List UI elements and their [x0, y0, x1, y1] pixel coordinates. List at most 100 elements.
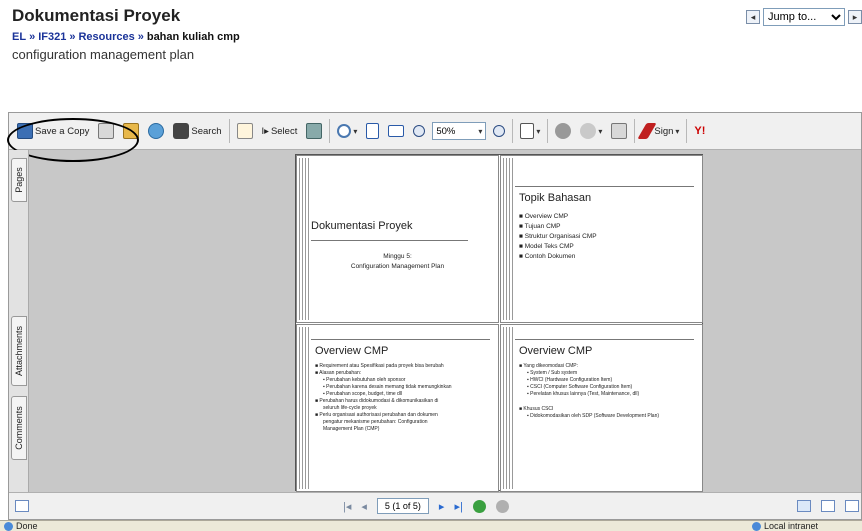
web-button[interactable] — [146, 120, 166, 142]
fit-width-button[interactable] — [386, 120, 406, 142]
yahoo-logo-icon: Y! — [694, 125, 706, 137]
continuous-view-icon[interactable] — [821, 500, 835, 512]
search-label: Search — [191, 125, 222, 137]
gear-icon — [555, 123, 572, 139]
zoom-out-button[interactable] — [411, 120, 427, 142]
breadcrumb-separator: » — [29, 31, 36, 43]
breadcrumb-separator: » — [69, 31, 76, 43]
slide-decoration — [503, 327, 513, 489]
status-right: Local intranet — [752, 521, 818, 531]
hand-tool-button[interactable] — [235, 120, 255, 142]
facing-view-icon[interactable] — [845, 500, 859, 512]
bullet-continuation: seluruh life-cycle proyek — [323, 405, 377, 411]
bullet-subitem: ▪ Perubahan kebutuhan oleh sponsor — [323, 377, 406, 383]
bullet-subitem: ▪ HWCI (Hardware Configuration Item) — [527, 377, 613, 383]
bullet-item: ■ Khusus CSCI — [519, 406, 554, 412]
toolbar-divider — [634, 119, 636, 143]
breadcrumb-current: bahan kuliah cmp — [146, 31, 240, 43]
yahoo-button[interactable]: Y! — [692, 120, 707, 142]
slide-title: Overview CMP — [315, 345, 389, 357]
clipboard-button[interactable] — [609, 120, 629, 142]
status-left: Done — [4, 521, 38, 531]
slide-decoration — [299, 327, 309, 489]
zoom-select[interactable]: 50% ▾ — [432, 122, 487, 140]
single-page-view-icon[interactable] — [797, 500, 811, 512]
select-label: Select — [270, 125, 298, 137]
tools-button[interactable] — [553, 120, 573, 142]
jump-to-control: ◂ Jump to... ▸ — [746, 8, 862, 26]
snapshot-button[interactable] — [304, 120, 324, 142]
bullet-subitem: ▪ Perubahan karena desain memang tidak m… — [323, 384, 452, 390]
slide-bullets: ■ Requirement atau Spesifikasi pada proy… — [315, 363, 452, 433]
slide-rule — [311, 339, 490, 340]
view-toggle-icon[interactable] — [15, 500, 29, 512]
previous-page-icon[interactable]: ◂ — [361, 500, 367, 513]
bullet-item: ■ Perlu organisasi authorisasi perubahan… — [315, 412, 438, 418]
next-page-icon[interactable]: ▸ — [439, 500, 445, 513]
slide-decoration — [299, 158, 309, 320]
tab-pages[interactable]: Pages — [11, 158, 27, 202]
go-back-icon[interactable] — [495, 499, 509, 513]
slide-thumbnail: Dokumentasi Proyek Minggu 5: Configurati… — [296, 155, 499, 323]
toolbar-divider — [686, 119, 688, 143]
dropdown-arrow-icon: ▾ — [598, 126, 603, 136]
page-display-button[interactable]: ▾ — [518, 120, 542, 142]
slide-title: Dokumentasi Proyek — [311, 220, 413, 232]
undo-button[interactable]: ▾ — [578, 120, 604, 142]
toolbar-divider — [512, 119, 514, 143]
document-page: Dokumentasi Proyek Minggu 5: Configurati… — [295, 154, 703, 492]
fit-page-button[interactable] — [364, 120, 381, 142]
slide-decoration — [503, 158, 513, 320]
breadcrumb-link-resources[interactable]: Resources — [78, 31, 134, 43]
hand-icon — [236, 123, 253, 139]
dropdown-arrow-icon: ▾ — [675, 126, 680, 136]
breadcrumb-link-if321[interactable]: IF321 — [38, 31, 66, 43]
slide-thumbnail: Overview CMP ■ Yang dikeomodasi CMP: ▪ S… — [500, 324, 703, 492]
jump-to-select[interactable]: Jump to... — [763, 8, 845, 26]
bullet-item: ■ Contoh Dokumen — [519, 253, 576, 260]
bullet-item: ■ Tujuan CMP — [519, 223, 561, 230]
chevron-right-icon[interactable]: ▸ — [848, 10, 862, 24]
sign-label: Sign — [654, 125, 674, 137]
bullet-item: ■ Model Teks CMP — [519, 243, 574, 250]
slide-line: Minggu 5: — [383, 253, 412, 260]
go-forward-icon[interactable] — [472, 499, 486, 513]
page-number-input[interactable]: 5 (1 of 5) — [376, 498, 429, 514]
last-page-icon[interactable]: ▸| — [454, 500, 462, 513]
slide-rule — [515, 186, 694, 187]
search-button[interactable]: Search — [171, 120, 223, 142]
nav-left — [15, 500, 29, 512]
select-tool-button[interactable]: I▸ Select — [260, 120, 300, 142]
bullet-subitem: ▪ Perelatan khusus lainnya (Test, Mainte… — [527, 391, 640, 397]
slide-line: Configuration Management Plan — [350, 263, 445, 270]
clipboard-icon — [611, 123, 628, 139]
slide-text: Minggu 5: Configuration Management Plan — [297, 252, 498, 272]
tab-comments[interactable]: Comments — [11, 396, 27, 460]
page-navigation-bar: |◂ ◂ 5 (1 of 5) ▸ ▸| — [9, 492, 861, 519]
bullet-item: ■ Requirement atau Spesifikasi pada proy… — [315, 363, 444, 369]
breadcrumb-link-el[interactable]: EL — [12, 31, 26, 43]
bullet-continuation: pengatur mekanisme perubahan: Configurat… — [323, 419, 428, 425]
toolbar-divider — [228, 119, 230, 143]
slide-rule — [311, 240, 468, 241]
chevron-left-icon[interactable]: ◂ — [746, 10, 760, 24]
fit-page-icon — [366, 123, 380, 139]
tab-pages-label: Pages — [14, 167, 24, 193]
pdf-viewer: Save a Copy Search I▸ Select ▾ 50% ▾ ▾ ▾… — [7, 112, 862, 520]
side-tabs: Pages Attachments Comments — [9, 150, 29, 492]
camera-icon — [306, 123, 323, 139]
text-cursor-icon: I▸ — [261, 125, 269, 137]
zoom-in-button[interactable] — [491, 120, 507, 142]
toolbar-divider — [329, 119, 331, 143]
first-page-icon[interactable]: |◂ — [343, 500, 351, 513]
binoculars-icon — [173, 123, 190, 139]
slide-rule — [515, 339, 694, 340]
zoom-tool-button[interactable]: ▾ — [335, 120, 359, 142]
page-title: Dokumentasi Proyek — [12, 6, 181, 25]
sign-button[interactable]: Sign ▾ — [637, 120, 681, 142]
page-layout-icon — [520, 123, 535, 139]
dropdown-arrow-icon: ▾ — [478, 126, 483, 136]
bullet-item: ■ Overview CMP — [519, 213, 569, 220]
tab-attachments[interactable]: Attachments — [11, 316, 27, 386]
nav-right — [797, 500, 859, 512]
